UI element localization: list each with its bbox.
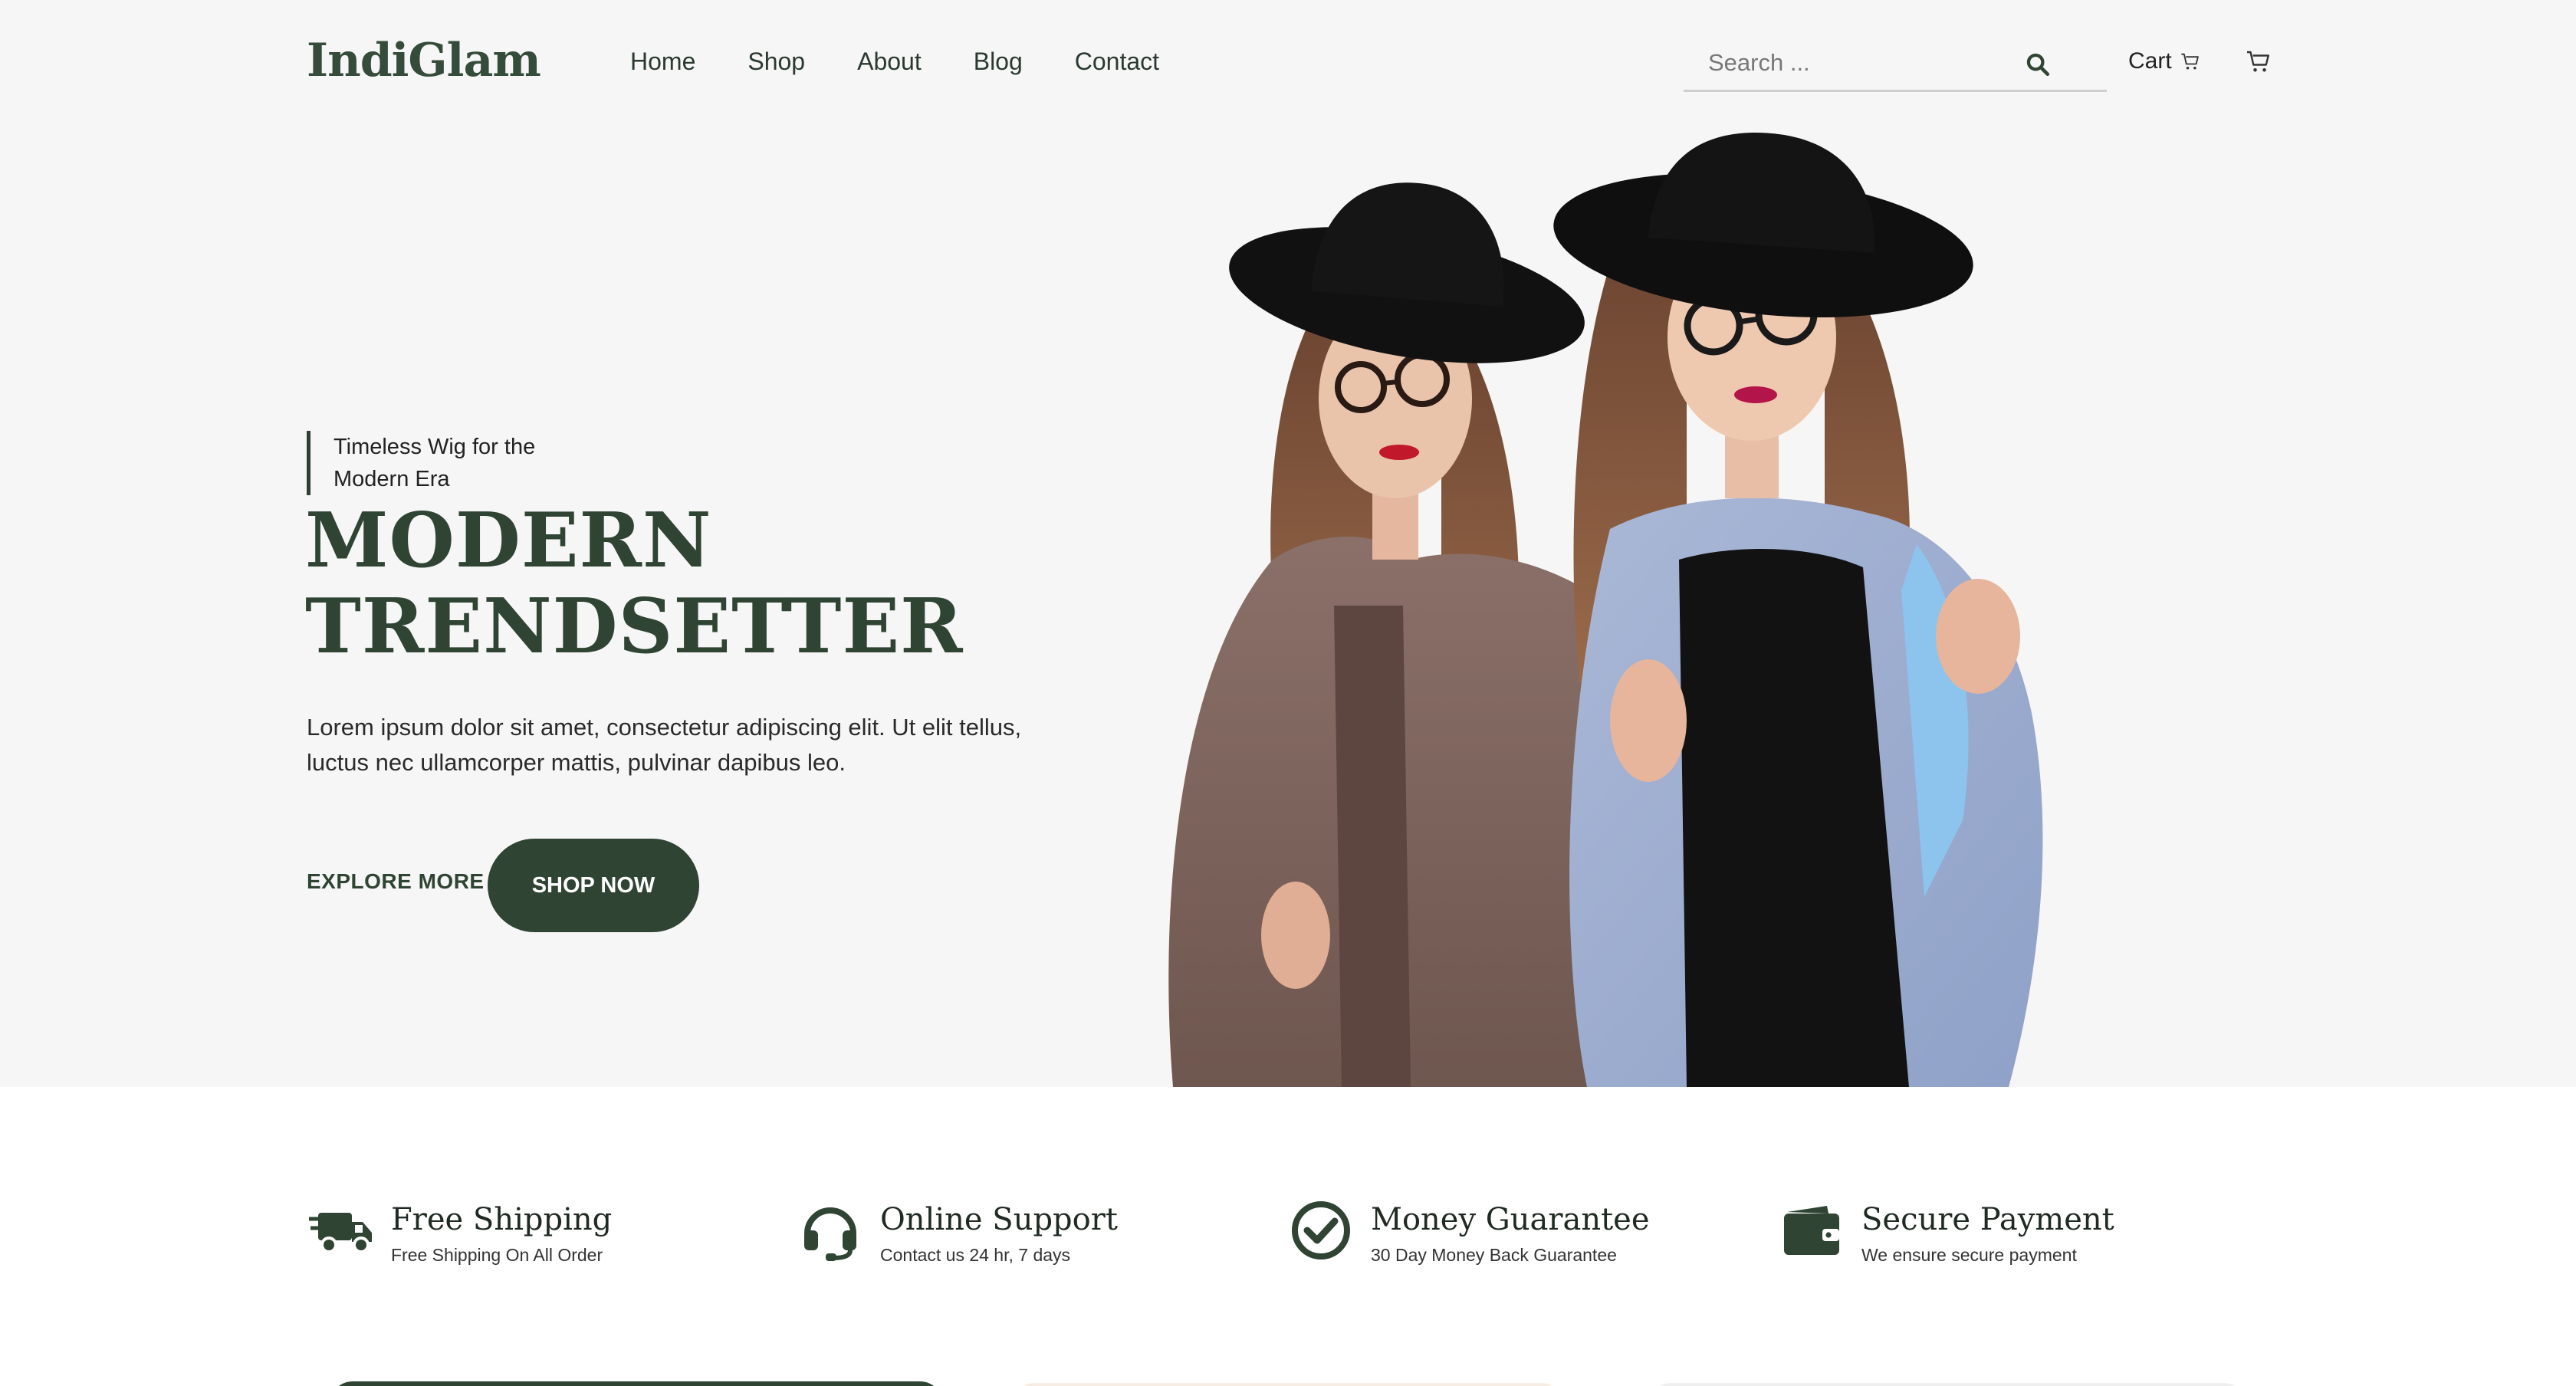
cart-small-icon	[2181, 53, 2199, 70]
wallet-icon	[1784, 1206, 1839, 1255]
search-button[interactable]	[2016, 43, 2059, 86]
hero-title-line1: MODERN	[305, 497, 712, 585]
hero-description: Lorem ipsum dolor sit amet, consectetur …	[307, 714, 1022, 776]
cart-label: Cart	[2128, 48, 2172, 74]
feature-subtitle: Free Shipping On All Order	[391, 1245, 603, 1265]
feature-money-guarantee: Money Guarantee 30 Day Money Back Guaran…	[1286, 1196, 1650, 1266]
promo-card-3	[1648, 1383, 2246, 1386]
promo-card-1	[330, 1381, 943, 1386]
check-circle-icon	[1292, 1201, 1350, 1260]
hero-tagline: Timeless Wig for the Modern Era	[307, 431, 560, 495]
hero-title: MODERN TRENDSETTER	[305, 498, 964, 670]
headset-icon	[804, 1207, 856, 1261]
feature-secure-payment: Secure Payment We ensure secure payment	[1777, 1196, 2114, 1266]
cart-link[interactable]: Cart	[2128, 43, 2201, 80]
nav-contact[interactable]: Contact	[1075, 43, 1159, 80]
nav-home[interactable]: Home	[630, 43, 695, 80]
search-bar	[1684, 37, 2107, 92]
feature-subtitle: We ensure secure payment	[1861, 1245, 2077, 1265]
hero-image	[1168, 133, 2043, 1087]
feature-subtitle: Contact us 24 hr, 7 days	[880, 1245, 1071, 1265]
cart-button[interactable]	[2245, 48, 2272, 79]
nav-about[interactable]: About	[857, 43, 922, 80]
hero-title-line2: TRENDSETTER	[305, 583, 964, 671]
site-logo[interactable]: IndiGlam	[307, 34, 541, 87]
truck-icon	[309, 1213, 372, 1253]
feature-title: Secure Payment	[1861, 1202, 2114, 1237]
nav-blog[interactable]: Blog	[974, 43, 1023, 80]
main-nav: Home Shop About Blog Contact	[630, 43, 1211, 80]
cart-icon	[2247, 51, 2269, 72]
feature-subtitle: 30 Day Money Back Guarantee	[1371, 1245, 1617, 1265]
feature-online-support: Online Support Contact us 24 hr, 7 days	[796, 1196, 1118, 1266]
promo-card-2	[1012, 1383, 1564, 1386]
nav-shop[interactable]: Shop	[748, 43, 805, 80]
shop-now-button[interactable]: SHOP NOW	[488, 839, 699, 932]
explore-more-link[interactable]: EXPLORE MORE	[307, 869, 485, 894]
feature-title: Money Guarantee	[1371, 1202, 1650, 1237]
search-input[interactable]	[1708, 44, 2030, 81]
feature-title: Online Support	[880, 1202, 1118, 1237]
feature-free-shipping: Free Shipping Free Shipping On All Order	[307, 1196, 612, 1266]
feature-title: Free Shipping	[391, 1202, 613, 1237]
search-icon	[2026, 53, 2050, 77]
